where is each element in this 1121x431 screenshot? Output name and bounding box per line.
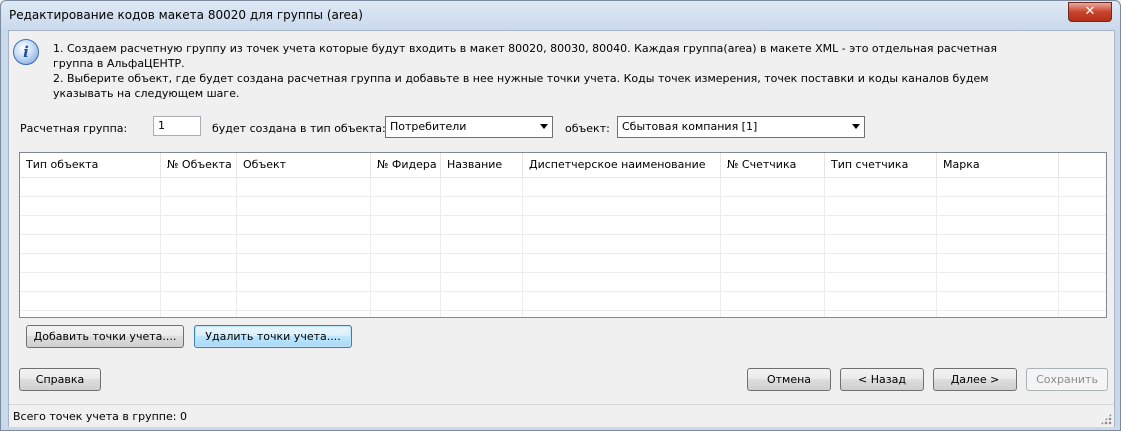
group-number-input[interactable]: 1 <box>153 116 201 136</box>
row-divider <box>20 215 1106 216</box>
object-label: объект: <box>565 122 610 135</box>
title-bar[interactable]: Редактирование кодов макета 80020 для гр… <box>1 1 1120 29</box>
info-message: 1. Создаем расчетную группу из точек уче… <box>53 41 997 101</box>
row-divider <box>20 253 1106 254</box>
row-divider <box>20 272 1106 273</box>
column-header[interactable]: № Объекта <box>161 153 237 177</box>
column-divider <box>522 177 523 317</box>
row-divider <box>20 234 1106 235</box>
remove-points-button[interactable]: Удалить точки учета.... <box>194 325 352 348</box>
save-button[interactable]: Сохранить <box>1026 368 1108 391</box>
column-header[interactable]: Марка <box>937 153 1059 177</box>
status-text: Всего точек учета в группе: 0 <box>13 410 187 423</box>
row-divider <box>20 196 1106 197</box>
object-type-label: будет создана в тип объекта: <box>212 122 386 135</box>
dialog-client-area: i 1. Создаем расчетную группу из точек у… <box>8 30 1115 427</box>
object-value: Сбытовая компания [1] <box>622 120 758 133</box>
resize-grip-icon[interactable] <box>1100 413 1112 425</box>
points-table[interactable]: Тип объекта № Объекта Объект № Фидера На… <box>19 152 1107 318</box>
dialog-window: Редактирование кодов макета 80020 для гр… <box>0 0 1121 431</box>
info-line: указывать на следующем шаге. <box>53 87 240 100</box>
next-button[interactable]: Далее > <box>933 368 1017 391</box>
object-select[interactable]: Сбытовая компания [1] <box>617 116 865 138</box>
cancel-button[interactable]: Отмена <box>747 368 831 391</box>
column-divider <box>720 177 721 317</box>
table-header: Тип объекта № Объекта Объект № Фидера На… <box>20 153 1106 178</box>
status-bar: Всего точек учета в группе: 0 <box>9 404 1114 427</box>
column-divider <box>1058 177 1059 317</box>
row-divider <box>20 310 1106 311</box>
info-line: 1. Создаем расчетную группу из точек уче… <box>53 42 997 55</box>
column-header[interactable]: Тип объекта <box>20 153 161 177</box>
group-label: Расчетная группа: <box>20 122 128 135</box>
column-divider <box>936 177 937 317</box>
window-title: Редактирование кодов макета 80020 для гр… <box>9 8 363 22</box>
info-icon: i <box>13 39 39 65</box>
column-header[interactable]: № Счетчика <box>721 153 825 177</box>
column-header[interactable]: Объект <box>237 153 371 177</box>
column-divider <box>236 177 237 317</box>
column-header[interactable]: № Фидера <box>371 153 441 177</box>
info-line: группа в АльфаЦЕНТР. <box>53 57 185 70</box>
column-header[interactable]: Тип счетчика <box>825 153 937 177</box>
column-divider <box>824 177 825 317</box>
close-button[interactable]: ✕ <box>1068 2 1112 22</box>
column-divider <box>440 177 441 317</box>
add-points-button[interactable]: Добавить точки учета.... <box>26 325 184 348</box>
row-divider <box>20 291 1106 292</box>
info-line: 2. Выберите объект, где будет создана ра… <box>53 72 989 85</box>
column-divider <box>160 177 161 317</box>
help-button[interactable]: Справка <box>19 368 101 391</box>
chevron-down-icon <box>852 124 860 129</box>
chevron-down-icon <box>540 124 548 129</box>
column-divider <box>370 177 371 317</box>
column-header[interactable]: Название <box>441 153 523 177</box>
column-header[interactable]: Диспетчерское наименование <box>523 153 721 177</box>
object-type-value: Потребители <box>390 120 467 133</box>
object-type-select[interactable]: Потребители <box>385 116 553 138</box>
back-button[interactable]: < Назад <box>840 368 924 391</box>
